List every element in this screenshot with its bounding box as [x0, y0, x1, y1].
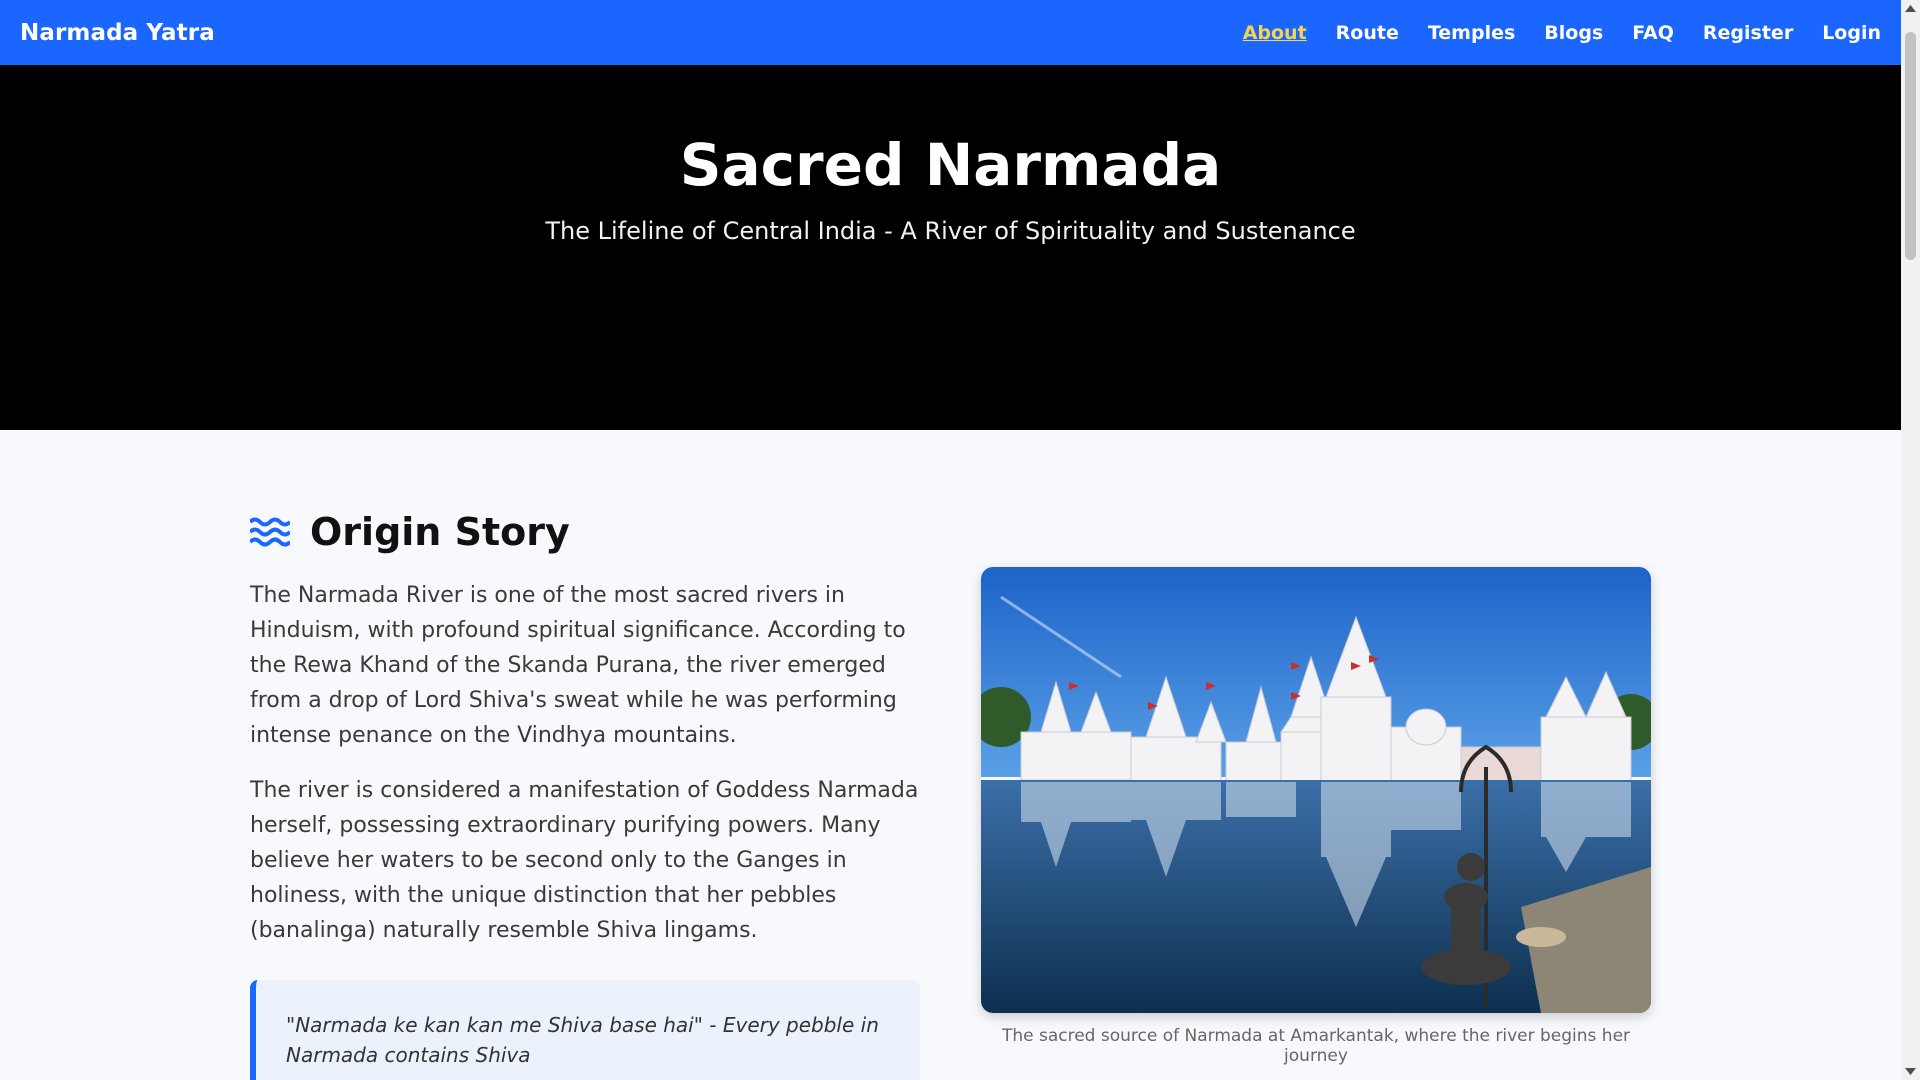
- brand-logo[interactable]: Narmada Yatra: [20, 20, 215, 46]
- hero-title: Sacred Narmada: [679, 131, 1222, 199]
- hero-banner: Sacred Narmada The Lifeline of Central I…: [0, 65, 1901, 430]
- origin-section: Origin Story The Narmada River is one of…: [0, 430, 1901, 1080]
- page: Narmada Yatra About Route Temples Blogs …: [0, 0, 1901, 1080]
- amarkantak-temple-photo: [981, 567, 1651, 1013]
- nav-link-blogs[interactable]: Blogs: [1544, 22, 1603, 44]
- section-title: Origin Story: [310, 510, 570, 554]
- origin-image-column: The sacred source of Narmada at Amarkant…: [981, 567, 1651, 1066]
- vertical-scrollbar[interactable]: [1901, 0, 1920, 1080]
- water-waves-icon: [250, 517, 290, 547]
- nav-link-register[interactable]: Register: [1703, 22, 1793, 44]
- quote-block: "Narmada ke kan kan me Shiva base hai" -…: [250, 980, 920, 1080]
- nav-links: About Route Temples Blogs FAQ Register L…: [1243, 22, 1881, 44]
- origin-text-column: Origin Story The Narmada River is one of…: [250, 510, 920, 1080]
- image-caption: The sacred source of Narmada at Amarkant…: [1001, 1026, 1631, 1066]
- navbar: Narmada Yatra About Route Temples Blogs …: [0, 0, 1901, 65]
- scrollbar-thumb[interactable]: [1905, 32, 1916, 260]
- scroll-down-arrow-icon[interactable]: [1901, 1063, 1920, 1080]
- origin-paragraph-2: The river is considered a manifestation …: [250, 778, 919, 943]
- nav-link-temples[interactable]: Temples: [1428, 22, 1515, 44]
- nav-link-faq[interactable]: FAQ: [1632, 22, 1674, 44]
- scroll-up-arrow-icon[interactable]: [1901, 0, 1920, 17]
- hero-subtitle: The Lifeline of Central India - A River …: [545, 216, 1356, 245]
- quote-text: "Narmada ke kan kan me Shiva base hai" -…: [286, 1013, 879, 1067]
- nav-link-about[interactable]: About: [1243, 22, 1307, 44]
- nav-link-route[interactable]: Route: [1336, 22, 1399, 44]
- origin-heading: Origin Story: [250, 510, 920, 554]
- nav-link-login[interactable]: Login: [1822, 22, 1881, 44]
- origin-paragraph-1: The Narmada River is one of the most sac…: [250, 583, 906, 748]
